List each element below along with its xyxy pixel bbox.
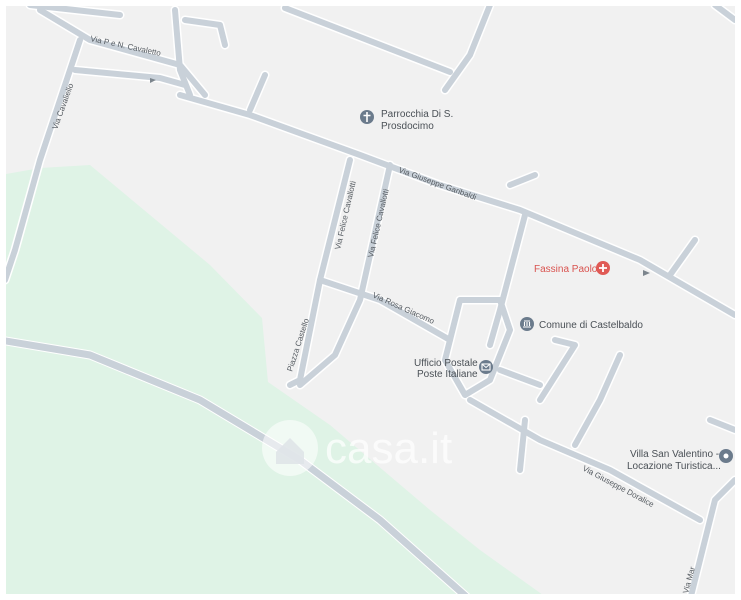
watermark: casa.it <box>262 420 452 476</box>
watermark-text: casa.it <box>325 424 452 473</box>
poi-label: Comune di Castelbaldo <box>539 320 643 331</box>
poi-label-line2: Prosdocimo <box>381 121 434 132</box>
poi-label-line2: Locazione Turistica... <box>627 461 721 472</box>
poi-comune[interactable]: Comune di Castelbaldo <box>520 317 643 331</box>
poi-fassina-paolo[interactable]: Fassina Paolo <box>534 261 610 275</box>
poi-label: Villa San Valentino - <box>630 449 719 460</box>
poi-label: Parrocchia Di S. <box>381 109 453 120</box>
poi-label-line2: Poste Italiane <box>417 369 478 380</box>
poi-label: Fassina Paolo <box>534 264 598 275</box>
map-canvas[interactable]: Via P e N. Cavaletto Via Cavaliello Via … <box>6 6 735 594</box>
poi-label: Ufficio Postale <box>414 358 478 369</box>
map-view[interactable]: Via P e N. Cavaletto Via Cavaliello Via … <box>6 6 735 594</box>
poi-villa-san-valentino[interactable]: Villa San Valentino - Locazione Turistic… <box>627 449 733 472</box>
